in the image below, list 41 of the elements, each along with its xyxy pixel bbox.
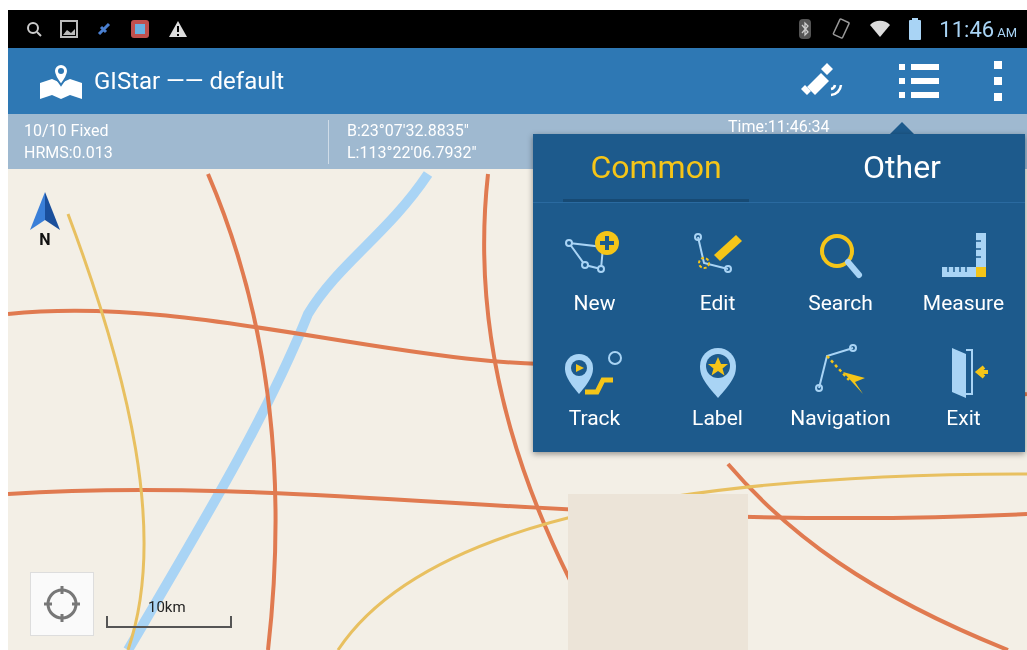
search-icon [26, 21, 42, 37]
tool-label: New [573, 291, 616, 316]
app-title: GIStar —— default [94, 67, 285, 95]
menu-tab[interactable]: Common [563, 134, 749, 202]
tool-label: Search [808, 291, 873, 316]
tool-label: Navigation [790, 405, 891, 430]
warning-icon [168, 20, 188, 38]
more-icon [993, 61, 1003, 101]
tool-item[interactable]: Edit [656, 215, 779, 330]
tool-item[interactable]: Navigation [779, 329, 902, 444]
list-icon [899, 64, 939, 98]
hrms-value: HRMS:0.013 [24, 141, 114, 164]
image-icon [60, 20, 78, 38]
tool-item[interactable]: Search [779, 215, 902, 330]
app-icon [130, 19, 150, 39]
tool-item[interactable]: Measure [902, 215, 1025, 330]
crosshair-icon [42, 584, 82, 624]
clock-time: 11:46 [939, 16, 995, 42]
locate-button[interactable] [30, 572, 94, 636]
latitude-value: B:23°07'32.8835" [347, 119, 470, 142]
tool-label: Measure [922, 291, 1005, 316]
tool-item[interactable]: Label [656, 329, 779, 444]
tool-item[interactable]: Exit [902, 329, 1025, 444]
clock-meridiem: AM [997, 24, 1017, 40]
tool-label: Exit [946, 405, 981, 430]
north-label: N [39, 230, 51, 249]
longitude-value: L:113°22'06.7932" [347, 141, 478, 164]
tool-label: Label [692, 405, 743, 430]
north-arrow-icon [30, 192, 60, 230]
scale-label: 10km [148, 598, 186, 616]
wifi-icon [869, 20, 892, 38]
tool-item[interactable]: Track [533, 329, 656, 444]
tool-label: Track [568, 405, 621, 430]
bluetooth-icon [799, 19, 812, 39]
tool-item[interactable]: New [533, 215, 656, 330]
gps-time: Time:11:46:34 [728, 116, 830, 136]
battery-icon [909, 18, 922, 40]
menu-tab[interactable]: Other [779, 134, 1025, 202]
fix-status: 10/10 Fixed [24, 119, 110, 142]
satellite-icon [96, 21, 112, 37]
tool-label: Edit [699, 291, 736, 316]
